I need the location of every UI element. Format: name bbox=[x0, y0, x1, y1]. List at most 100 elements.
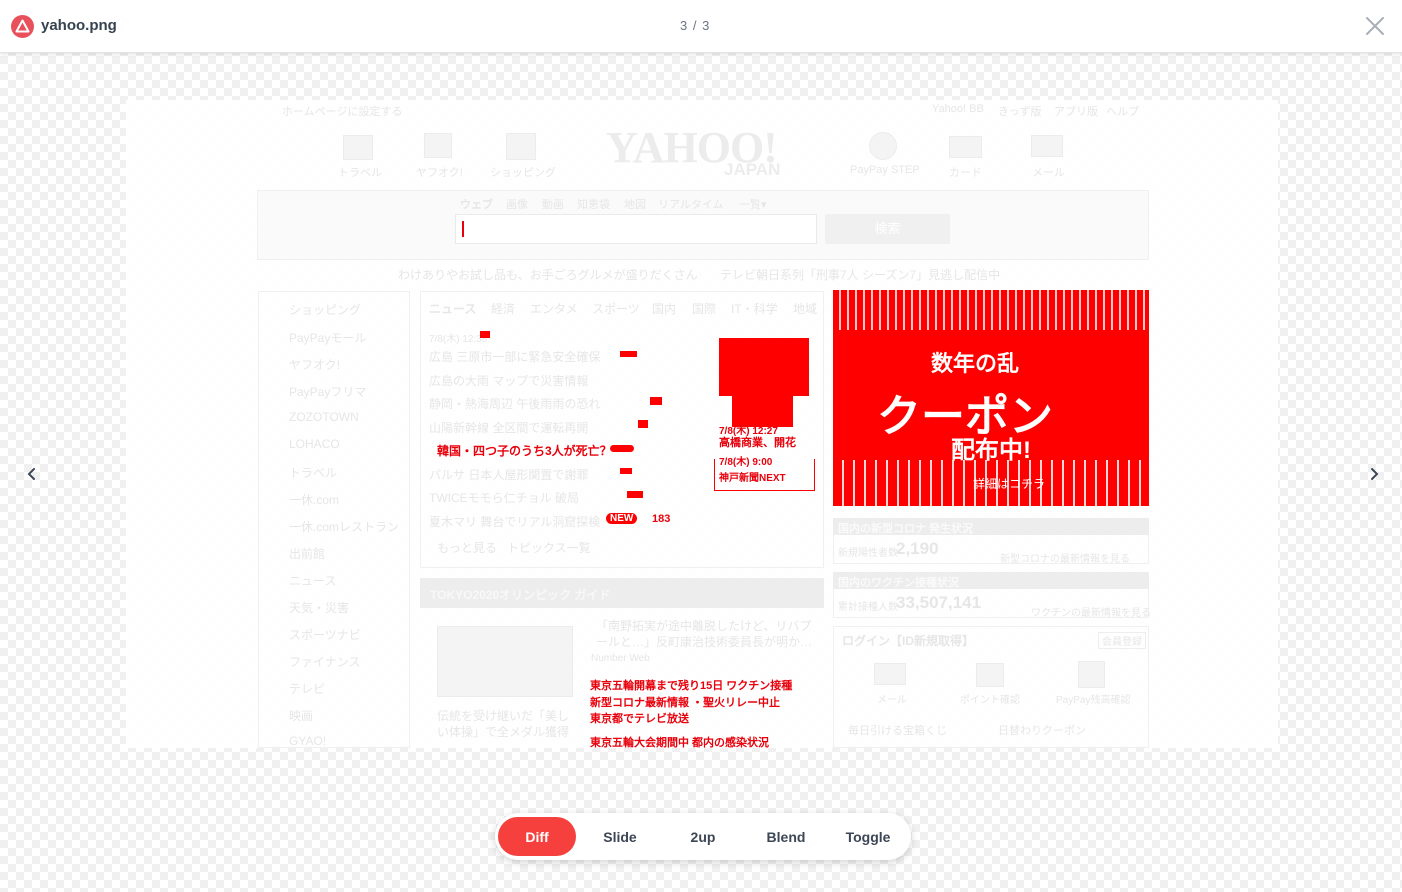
news-tab-1: 経済 bbox=[491, 302, 516, 316]
vaccine-label: 累計接種人数 bbox=[838, 602, 898, 613]
diff-badge bbox=[610, 445, 634, 452]
sidebar-item-10: ニュース bbox=[289, 574, 337, 588]
vaccine-number: 33,507,141 bbox=[896, 593, 982, 612]
diff-noise-top bbox=[833, 290, 1149, 330]
news-topics: トピックス一覧 bbox=[507, 541, 591, 555]
service-shopping: ショッピング bbox=[490, 167, 556, 179]
login-title: ログイン【ID新規取得】 bbox=[842, 634, 975, 648]
search-tab-video: 動画 bbox=[542, 199, 564, 211]
service-mail: メール bbox=[1032, 167, 1065, 179]
sidebar-item-1: PayPayモール bbox=[289, 331, 367, 345]
news-item-0: 広島 三原市一部に緊急安全確保 bbox=[429, 350, 601, 364]
search-tab-list: 一覧▾ bbox=[739, 199, 767, 211]
paypay-step-icon bbox=[869, 132, 897, 160]
viewer-header: yahoo.png 3 / 3 bbox=[0, 0, 1402, 53]
file-name: yahoo.png bbox=[41, 17, 117, 34]
preview-search-input bbox=[455, 214, 817, 244]
diff-mark bbox=[480, 331, 490, 338]
diff-mark bbox=[620, 351, 637, 357]
olympics-caption: 伝統を受け継いだ「美しい体操」で全メダル獲得 bbox=[437, 709, 570, 739]
yahoo-logo: YAHOO! JAPAN bbox=[606, 126, 801, 181]
login-paypay-icon bbox=[1078, 661, 1105, 688]
login-item-2: PayPay残高確認 bbox=[1056, 695, 1131, 706]
news-tab-2: エンタメ bbox=[530, 302, 578, 316]
search-tab-web: ウェブ bbox=[460, 199, 493, 211]
preview-top-right-4: ヘルプ bbox=[1106, 106, 1139, 118]
ad-link-text: 詳細はコチラ bbox=[973, 477, 1046, 491]
sidebar-item-4: ZOZOTOWN bbox=[289, 410, 359, 424]
diff-olympics-line-2: 新型コロナ最新情報 ・聖火リレー中止 bbox=[590, 697, 781, 709]
olympics-source-1: Number Web bbox=[591, 653, 650, 664]
service-paypay-step: PayPay STEP bbox=[850, 164, 920, 176]
mode-slide-button[interactable]: Slide bbox=[581, 817, 659, 856]
covid-header: 国内の新型コロナ 発生状況 bbox=[833, 518, 1149, 535]
service-auction: ヤフオク! bbox=[416, 167, 463, 179]
mode-2up-button[interactable]: 2up bbox=[664, 817, 742, 856]
sidebar-item-5: LOHACO bbox=[289, 437, 340, 451]
diff-new-badge: NEW bbox=[606, 513, 638, 524]
search-tab-image: 画像 bbox=[506, 199, 528, 211]
news-tab-4: 国内 bbox=[652, 302, 677, 316]
sidebar-item-16: GYAO! bbox=[289, 734, 327, 748]
warning-triangle-icon bbox=[11, 15, 34, 38]
news-timestamp: 7/8(木) 12:38 bbox=[429, 334, 488, 345]
mode-toggle-button[interactable]: Toggle bbox=[829, 817, 907, 856]
travel-icon bbox=[343, 135, 373, 160]
mode-diff-button[interactable]: Diff bbox=[498, 817, 576, 856]
news-item-3: 山陽新幹線 全区間で運転再開 bbox=[429, 421, 589, 435]
chevron-right-icon[interactable] bbox=[1364, 462, 1384, 486]
olympics-article-1: 「南野拓実が途中離脱したけど、リバプールと…」反町康治技術委員長が明か… bbox=[596, 619, 813, 649]
diff-mark bbox=[638, 420, 648, 428]
diff-mark bbox=[620, 468, 632, 474]
chevron-left-icon[interactable] bbox=[22, 462, 42, 486]
sidebar-item-11: 天気・災害 bbox=[289, 601, 350, 615]
preview-top-right-3: アプリ版 bbox=[1054, 106, 1098, 118]
promo-1: わけありやお試し品も、お手ごろグルメが盛りだくさん bbox=[398, 268, 698, 282]
news-tab-3: スポーツ bbox=[592, 302, 640, 316]
covid-number: 2,190 bbox=[896, 539, 939, 558]
covid-title: 国内の新型コロナ 発生状況 bbox=[838, 523, 974, 535]
mode-blend-button[interactable]: Blend bbox=[747, 817, 825, 856]
login-item-1: ポイント確認 bbox=[960, 695, 1020, 706]
covid-link: 新型コロナの最新情報を見る bbox=[1000, 554, 1130, 565]
yahoo-logo-sub: JAPAN bbox=[724, 160, 781, 179]
news-item-6: TWICEモモら仁チョル 破局 bbox=[429, 491, 579, 505]
news-tab-0: ニュース bbox=[429, 302, 477, 316]
news-item-2: 静岡・熱海周辺 午後雨雨の恐れ bbox=[429, 397, 601, 411]
sidebar-item-3: PayPayフリマ bbox=[289, 385, 367, 399]
diff-outline bbox=[714, 459, 815, 491]
login-point-icon bbox=[976, 663, 1004, 687]
preview-search-button: 検索 bbox=[825, 214, 950, 244]
olympics-header: TOKYO2020オリンピック ガイド bbox=[420, 578, 824, 608]
diff-preview-image: ホームページに設定する Yahoo! BB きっず版 アプリ版 ヘルプ トラベル… bbox=[126, 100, 1278, 748]
sidebar-item-6: トラベル bbox=[289, 466, 338, 480]
diff-thumbnail bbox=[719, 338, 809, 396]
view-mode-toolbar: Diff Slide 2up Blend Toggle bbox=[495, 813, 911, 860]
mail-icon bbox=[1031, 135, 1063, 157]
news-more: もっと見る bbox=[437, 541, 498, 555]
diff-mark bbox=[627, 491, 643, 498]
news-item-5: パルサ 日本人屋形関置で謝罪 bbox=[429, 468, 589, 482]
vaccine-header: 国内のワクチン接種状況 bbox=[833, 572, 1149, 589]
preview-top-link: ホームページに設定する bbox=[282, 106, 403, 118]
news-item-7: 夏木マリ 舞台でリアル洞窟探検 bbox=[429, 515, 601, 529]
diff-ad-banner: 数年の乱 クーポン 配布中! 詳細はコチラ bbox=[833, 290, 1149, 506]
login-mail-icon bbox=[874, 663, 906, 685]
service-travel: トラベル bbox=[338, 167, 382, 179]
auction-icon bbox=[424, 133, 452, 158]
login-badge: 会員登録 bbox=[1098, 632, 1146, 649]
diff-count: 183 bbox=[652, 513, 671, 525]
close-icon[interactable] bbox=[1364, 15, 1386, 37]
olympics-photo bbox=[437, 626, 573, 697]
preview-top-right-1: Yahoo! BB bbox=[932, 103, 984, 115]
diff-olympics-line-1: 東京五輪開幕まで残り15日 ワクチン接種 bbox=[590, 680, 793, 692]
sidebar-item-15: 映画 bbox=[289, 709, 314, 723]
sidebar-item-14: テレビ bbox=[289, 682, 326, 696]
diff-mark bbox=[650, 397, 662, 405]
sidebar-item-13: ファイナンス bbox=[289, 655, 361, 669]
olympics-title: TOKYO2020オリンピック ガイド bbox=[430, 588, 611, 602]
sidebar-item-7: 一休.com bbox=[289, 493, 340, 507]
sidebar-item-2: ヤフオク! bbox=[289, 358, 341, 372]
diff-title-1: 高橋商業、開花 bbox=[719, 437, 796, 449]
service-card: カード bbox=[949, 167, 982, 179]
